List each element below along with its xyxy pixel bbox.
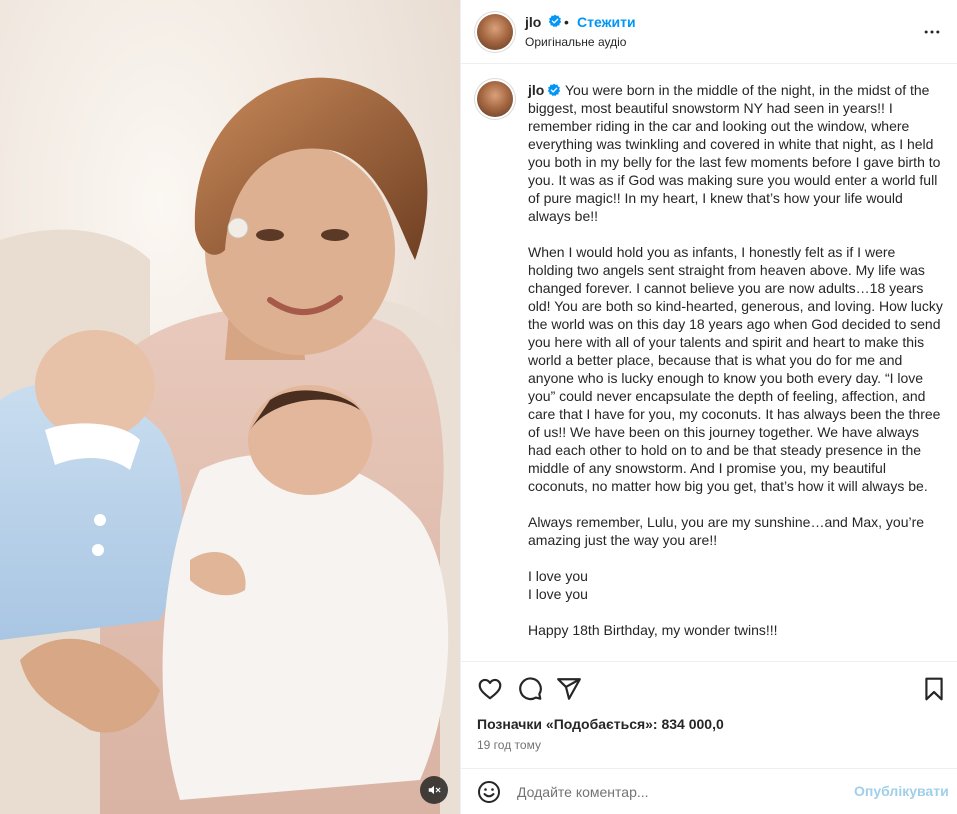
likes-count[interactable]: Позначки «Подобається»: 834 000,0 xyxy=(477,716,724,732)
post-timestamp[interactable]: 19 год тому xyxy=(477,738,541,752)
audio-link[interactable]: Оригінальне аудіо xyxy=(525,35,626,49)
heart-icon[interactable] xyxy=(477,676,503,702)
post-actions xyxy=(461,661,957,719)
caption-area[interactable]: jlo You were born in the middle of the n… xyxy=(461,65,957,661)
caption-paragraph-4: I love you xyxy=(528,568,588,584)
follow-button[interactable]: Стежити xyxy=(577,14,636,30)
author-avatar[interactable] xyxy=(477,14,513,50)
post-photo xyxy=(0,0,460,814)
share-icon[interactable] xyxy=(556,676,582,702)
emoji-icon[interactable] xyxy=(477,780,501,804)
caption-body-1: You were born in the middle of the night… xyxy=(528,82,941,224)
bookmark-icon[interactable] xyxy=(921,676,947,702)
caption-paragraph-2: When I would hold you as infants, I hone… xyxy=(528,244,943,494)
caption-paragraph-5: I love you xyxy=(528,586,588,602)
verified-badge-icon xyxy=(548,83,561,97)
post-media[interactable] xyxy=(0,0,460,814)
caption-paragraph-6: Happy 18th Birthday, my wonder twins!!! xyxy=(528,622,778,638)
comment-bar: Опублікувати xyxy=(461,768,957,814)
comment-icon[interactable] xyxy=(517,676,543,702)
more-options-icon[interactable] xyxy=(921,22,943,42)
mute-icon xyxy=(428,785,441,795)
post-header: jlo • Стежити Оригінальне аудіо xyxy=(461,0,957,64)
caption-paragraph-1: jlo You were born in the middle of the n… xyxy=(528,81,943,225)
verified-badge-icon xyxy=(548,14,562,28)
caption-text: jlo You were born in the middle of the n… xyxy=(528,81,943,657)
caption-paragraph-3: Always remember, Lulu, you are my sunshi… xyxy=(528,514,925,548)
author-username[interactable]: jlo xyxy=(525,14,541,30)
comment-input[interactable] xyxy=(517,779,837,805)
mute-button[interactable] xyxy=(420,776,448,804)
separator-dot: • xyxy=(564,14,569,30)
publish-button[interactable]: Опублікувати xyxy=(854,783,949,799)
caption-avatar[interactable] xyxy=(477,81,513,117)
caption-username[interactable]: jlo xyxy=(528,82,544,98)
post-side-panel: jlo • Стежити Оригінальне аудіо jlo You … xyxy=(460,0,957,814)
